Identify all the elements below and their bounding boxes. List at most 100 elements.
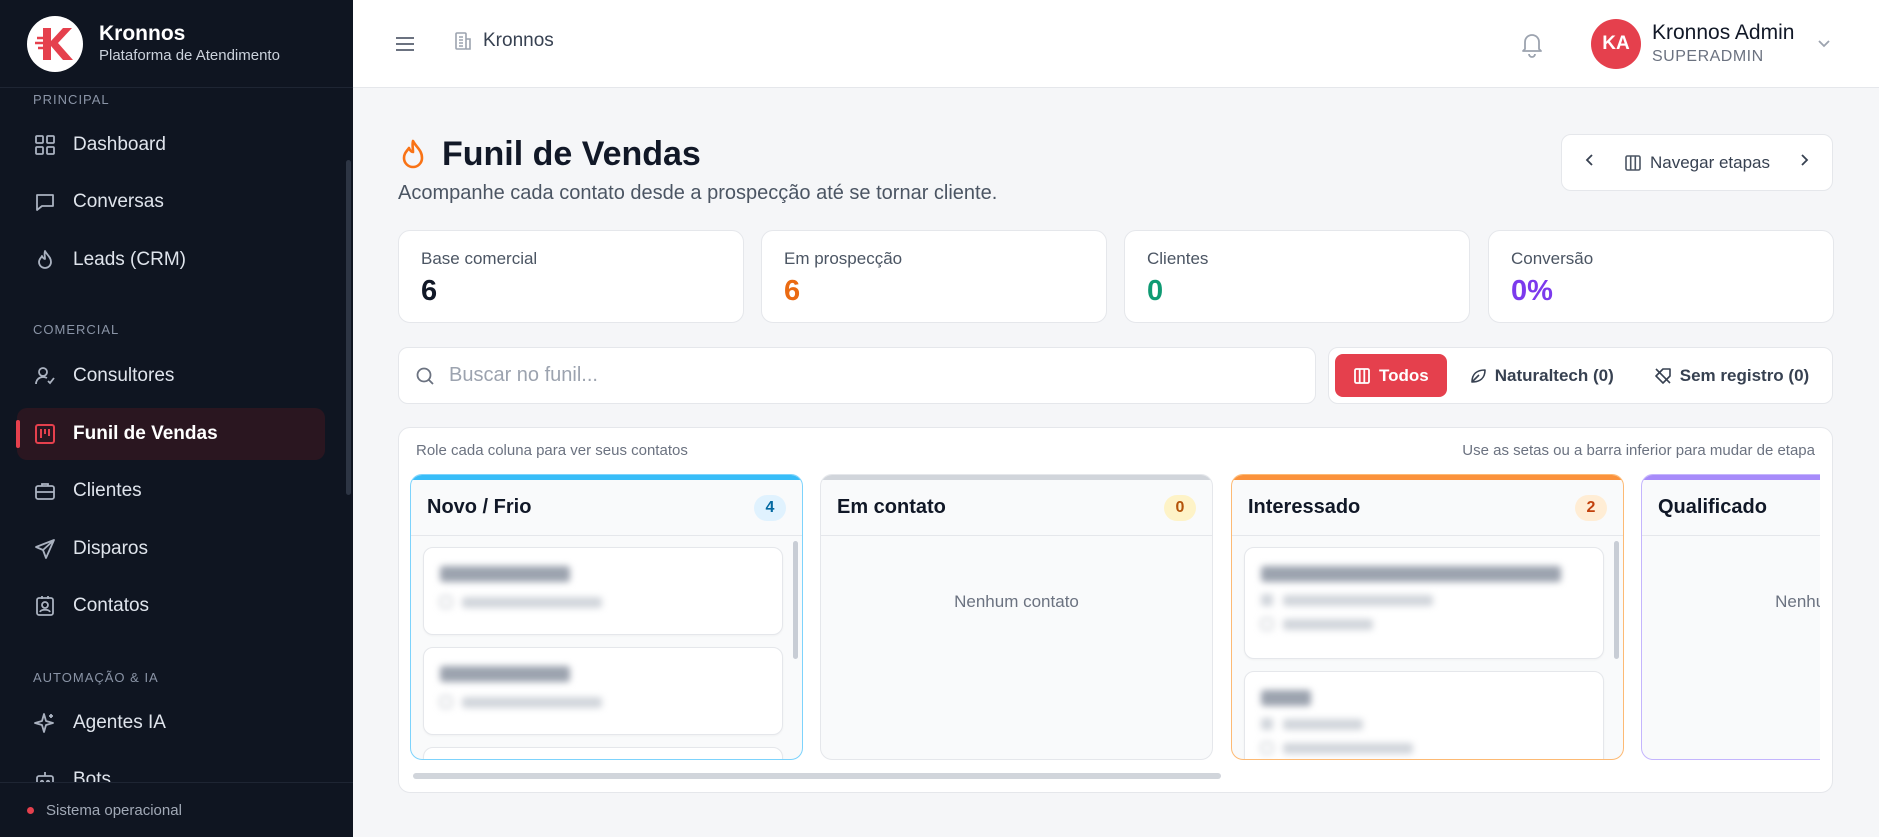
stat-value: 6 bbox=[421, 275, 438, 307]
column-count-badge: 0 bbox=[1164, 494, 1196, 521]
breadcrumb-label: Kronnos bbox=[483, 30, 554, 51]
column-scrollbar[interactable] bbox=[793, 541, 798, 659]
sidebar-item-bots[interactable]: Bots bbox=[17, 754, 325, 782]
sidebar-scrollbar[interactable] bbox=[346, 160, 351, 495]
avatar[interactable]: KA bbox=[1591, 19, 1641, 69]
send-icon bbox=[32, 536, 58, 562]
stat-label: Base comercial bbox=[421, 249, 538, 268]
chevron-right-icon[interactable] bbox=[1796, 152, 1812, 173]
kanban-board: Role cada coluna para ver seus contatos … bbox=[398, 427, 1833, 793]
kanban-column-novo-frio[interactable]: Novo / Frio 4 bbox=[410, 474, 803, 760]
contact-card[interactable] bbox=[1244, 671, 1604, 759]
columns-icon bbox=[1354, 367, 1370, 384]
brand-subtitle: Plataforma de Atendimento bbox=[99, 46, 280, 64]
sidebar-item-dashboard[interactable]: Dashboard bbox=[17, 119, 325, 171]
sidebar-item-leads[interactable]: Leads (CRM) bbox=[17, 234, 325, 286]
contact-card-icon bbox=[32, 593, 58, 619]
kronnos-logo-icon bbox=[27, 15, 83, 72]
status-dot-icon bbox=[27, 806, 34, 814]
sidebar-item-label: Conversas bbox=[73, 191, 164, 212]
contact-card[interactable] bbox=[423, 747, 783, 759]
stage-nav-button[interactable]: Navegar etapas bbox=[1624, 153, 1770, 173]
column-title: Novo / Frio bbox=[427, 496, 532, 518]
column-header: Interessado 2 bbox=[1232, 480, 1623, 536]
kanban-columns[interactable]: Novo / Frio 4 Em contato 0 Nenhum contat… bbox=[410, 474, 1820, 760]
filter-group: Todos Naturaltech (0) Sem registro (0) bbox=[1328, 347, 1833, 404]
section-principal: PRINCIPAL bbox=[33, 92, 110, 107]
stage-navigator: Navegar etapas bbox=[1561, 134, 1833, 191]
filter-todos-button[interactable]: Todos bbox=[1335, 354, 1447, 397]
sidebar-item-funil-de-vendas[interactable]: Funil de Vendas bbox=[16, 408, 325, 460]
user-name[interactable]: Kronnos Admin bbox=[1652, 21, 1794, 45]
search-input[interactable] bbox=[449, 364, 1269, 387]
contact-card[interactable] bbox=[423, 647, 783, 735]
page-subtitle: Acompanhe cada contato desde a prospecçã… bbox=[398, 182, 998, 204]
kanban-icon bbox=[32, 421, 58, 447]
section-comercial: COMERCIAL bbox=[33, 322, 120, 337]
sidebar-item-label: Clientes bbox=[73, 480, 142, 501]
stat-value: 0 bbox=[1147, 275, 1164, 307]
column-count-badge: 2 bbox=[1575, 494, 1607, 521]
contact-card[interactable] bbox=[423, 547, 783, 635]
section-automacao-ia: AUTOMAÇÃO & IA bbox=[33, 670, 159, 685]
sidebar-item-label: Contatos bbox=[73, 595, 150, 616]
contact-card-redacted bbox=[440, 566, 766, 608]
sidebar-item-label: Agentes IA bbox=[73, 712, 166, 733]
user-check-icon bbox=[32, 363, 58, 389]
board-horizontal-scrollbar[interactable] bbox=[413, 773, 1221, 779]
bell-icon[interactable] bbox=[1519, 30, 1545, 63]
contact-card-redacted bbox=[1261, 566, 1587, 630]
sidebar-item-agentes-ia[interactable]: Agentes IA bbox=[17, 697, 325, 749]
kanban-column-qualificado[interactable]: Qualificado Nenhum contato bbox=[1641, 474, 1820, 760]
kanban-column-interessado[interactable]: Interessado 2 bbox=[1231, 474, 1624, 760]
contact-card-redacted bbox=[440, 666, 766, 708]
stat-card-conversao: Conversão 0% bbox=[1488, 230, 1834, 323]
system-status-text: Sistema operacional bbox=[46, 801, 182, 819]
sidebar-item-label: Leads (CRM) bbox=[73, 249, 186, 270]
sidebar-item-disparos[interactable]: Disparos bbox=[17, 523, 325, 575]
flame-icon bbox=[398, 138, 428, 177]
user-role: SUPERADMIN bbox=[1652, 48, 1764, 65]
board-hint-right: Use as setas ou a barra inferior para mu… bbox=[1462, 442, 1815, 459]
brand-name: Kronnos bbox=[99, 21, 186, 45]
sidebar-item-consultores[interactable]: Consultores bbox=[17, 350, 325, 402]
filter-sem-registro-button[interactable]: Sem registro (0) bbox=[1636, 354, 1827, 397]
columns-icon bbox=[1625, 154, 1641, 171]
contact-card[interactable] bbox=[1244, 547, 1604, 659]
sidebar-item-label: Disparos bbox=[73, 538, 148, 559]
grid-icon bbox=[32, 132, 58, 158]
stat-value: 0% bbox=[1511, 275, 1553, 307]
column-title: Interessado bbox=[1248, 496, 1361, 518]
filter-naturaltech-button[interactable]: Naturaltech (0) bbox=[1451, 354, 1632, 397]
sidebar-item-contatos[interactable]: Contatos bbox=[17, 580, 325, 632]
chat-icon bbox=[32, 189, 58, 215]
sidebar-item-conversas[interactable]: Conversas bbox=[17, 176, 325, 228]
column-scrollbar[interactable] bbox=[1614, 541, 1619, 659]
sidebar-item-clientes[interactable]: Clientes bbox=[17, 465, 325, 517]
column-title: Qualificado bbox=[1658, 496, 1767, 518]
sidebar-item-label: Bots bbox=[73, 769, 112, 782]
menu-toggle-icon[interactable] bbox=[393, 32, 417, 56]
empty-state: Nenhum contato bbox=[954, 592, 1079, 611]
chevron-left-icon[interactable] bbox=[1582, 152, 1598, 173]
page-title: Funil de Vendas bbox=[442, 135, 701, 173]
breadcrumb[interactable]: Kronnos bbox=[453, 30, 554, 52]
sparkle-icon bbox=[32, 710, 58, 736]
column-header: Novo / Frio 4 bbox=[411, 480, 802, 536]
search-box bbox=[398, 347, 1316, 404]
stat-card-em-prospeccao: Em prospecção 6 bbox=[761, 230, 1107, 323]
stat-value: 6 bbox=[784, 275, 801, 307]
kanban-column-em-contato[interactable]: Em contato 0 Nenhum contato bbox=[820, 474, 1213, 760]
sidebar-item-label: Dashboard bbox=[73, 134, 166, 155]
sidebar-item-label: Funil de Vendas bbox=[73, 423, 218, 444]
leaf-icon bbox=[1470, 368, 1486, 383]
brand-header[interactable]: Kronnos Plataforma de Atendimento bbox=[0, 0, 353, 88]
column-header: Qualificado bbox=[1642, 480, 1820, 536]
sidebar-nav[interactable]: PRINCIPAL Dashboard Conversas Leads (CRM… bbox=[0, 88, 353, 782]
chevron-down-icon[interactable] bbox=[1815, 34, 1833, 57]
column-title: Em contato bbox=[837, 496, 946, 518]
column-header: Em contato 0 bbox=[821, 480, 1212, 536]
sidebar: Kronnos Plataforma de Atendimento PRINCI… bbox=[0, 0, 353, 837]
stat-label: Em prospecção bbox=[784, 249, 903, 268]
stat-card-clientes: Clientes 0 bbox=[1124, 230, 1470, 323]
